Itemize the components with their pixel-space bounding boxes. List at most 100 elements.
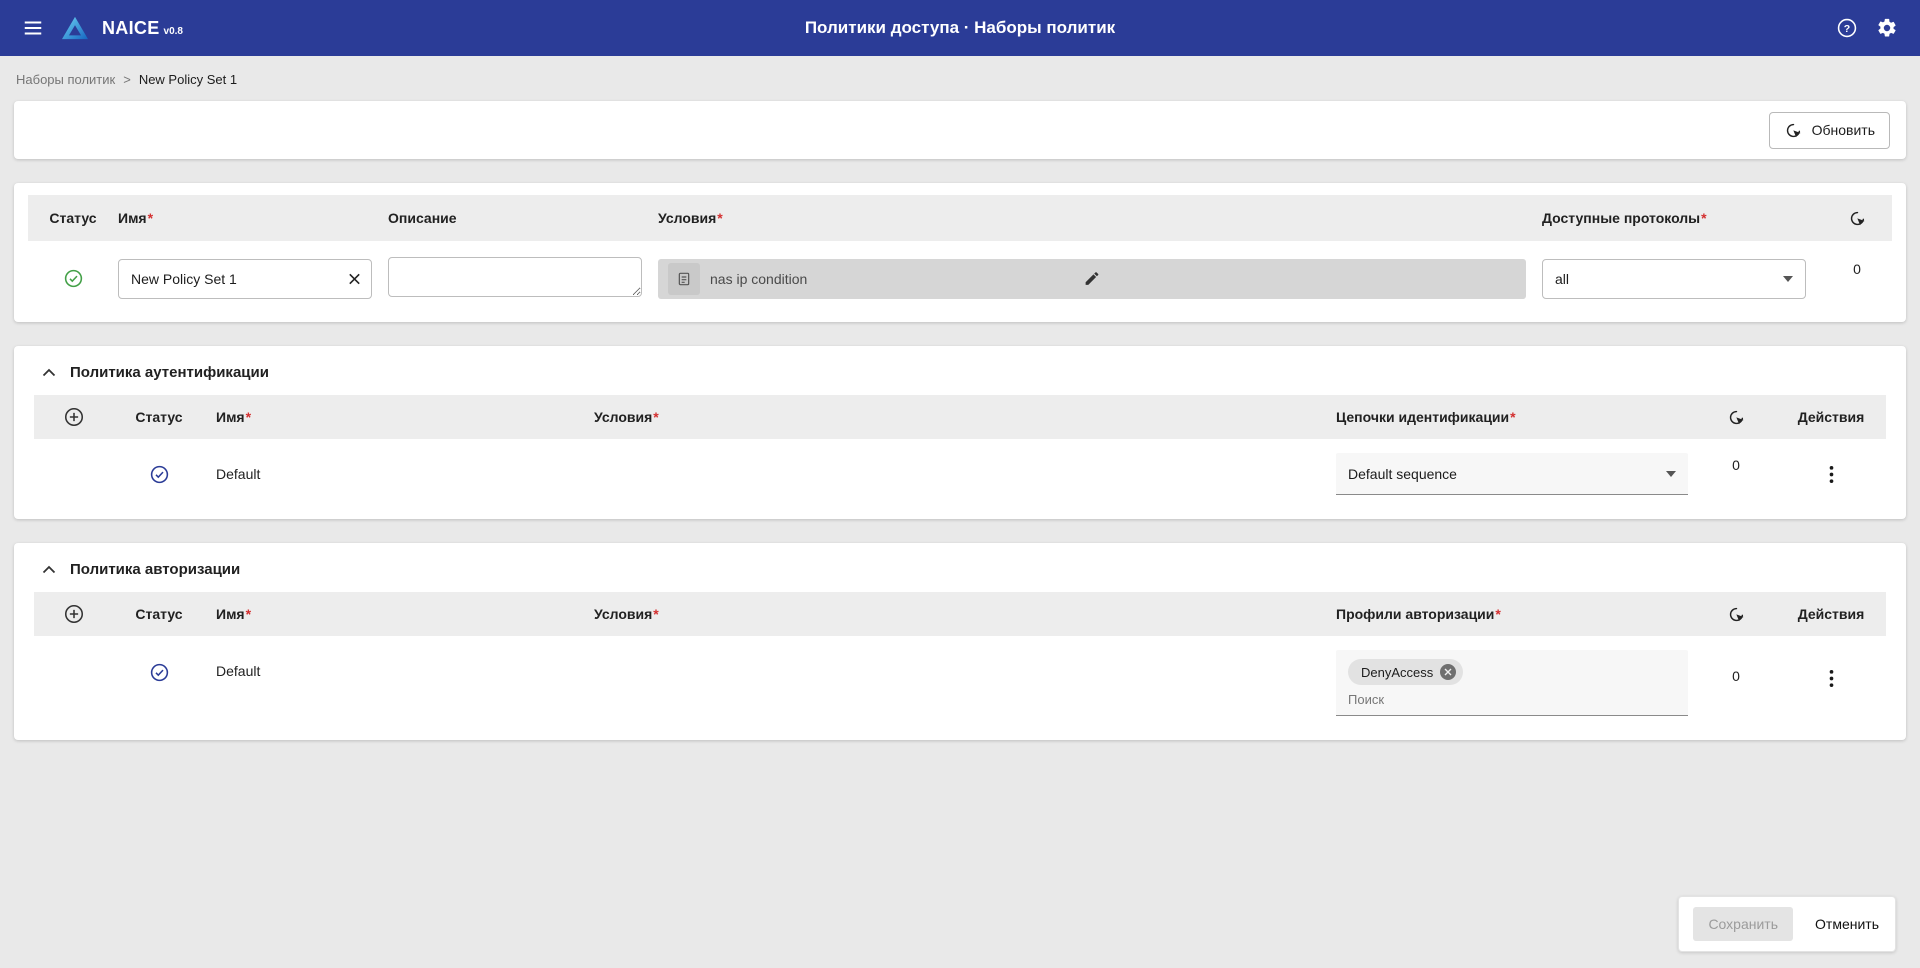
app-bar-right: ? <box>1832 13 1902 43</box>
save-button[interactable]: Сохранить <box>1693 907 1793 941</box>
app-brand: NAICE <box>102 18 160 39</box>
auth-header-hits <box>1696 408 1776 427</box>
auth-header-status-label: Статус <box>135 409 182 425</box>
header-description-label: Описание <box>388 210 457 226</box>
condition-value: nas ip condition <box>710 271 807 287</box>
add-auth-rule-plus-circle-icon[interactable] <box>61 404 87 430</box>
policy-set-description-cell <box>388 257 658 300</box>
required-marker: * <box>246 606 251 622</box>
profiles-search-input[interactable] <box>1348 690 1660 709</box>
header-hits <box>1822 209 1892 228</box>
menu-icon[interactable] <box>18 13 48 43</box>
auth-row-actions-cell <box>1776 460 1886 489</box>
authz-header-status-label: Статус <box>135 606 182 622</box>
authz-table: Статус Имя* Условия* Профили авторизации… <box>14 592 1906 740</box>
toolbar-card: Обновить <box>14 101 1906 159</box>
required-marker: * <box>653 409 658 425</box>
authz-row-name: Default <box>204 650 594 679</box>
header-name-label: Имя <box>118 210 147 226</box>
profile-chip: DenyAccess <box>1348 659 1463 685</box>
header-description: Описание <box>388 210 658 226</box>
app-logo-icon <box>60 15 90 41</box>
main-content: Обновить Статус Имя* Описание Условия* Д… <box>0 101 1920 740</box>
policy-set-table-header: Статус Имя* Описание Условия* Доступные … <box>28 195 1892 241</box>
auth-header-identity-chains-label: Цепочки идентификации <box>1336 409 1509 425</box>
header-protocols: Доступные протоколы* <box>1542 210 1822 226</box>
header-protocols-label: Доступные протоколы <box>1542 210 1700 226</box>
required-marker: * <box>1701 210 1706 226</box>
breadcrumb-current: New Policy Set 1 <box>139 72 237 87</box>
hits-counter-icon <box>1784 121 1803 140</box>
policy-set-status-cell <box>28 268 118 289</box>
header-status-label: Статус <box>49 210 96 226</box>
hits-count: 0 <box>1732 457 1740 473</box>
authz-header-status: Статус <box>114 606 204 622</box>
auth-header-actions: Действия <box>1776 409 1886 425</box>
gear-icon[interactable] <box>1872 13 1902 43</box>
authz-header-name: Имя* <box>204 606 594 622</box>
authz-header-actions: Действия <box>1776 606 1886 622</box>
app-brand-group: NAICE v0.8 <box>102 18 183 39</box>
hits-counter-icon <box>1727 605 1746 624</box>
auth-header-status: Статус <box>114 409 204 425</box>
condition-list-icon <box>668 263 700 295</box>
check-circle-green-icon <box>63 268 84 289</box>
profile-chip-label: DenyAccess <box>1361 665 1433 680</box>
app-bar-left: NAICE v0.8 <box>18 13 183 43</box>
auth-row-chain-cell: Default sequence <box>1336 453 1696 495</box>
required-marker: * <box>1495 606 1500 622</box>
condition-field[interactable]: nas ip condition <box>658 259 1526 299</box>
policy-set-name-cell <box>118 259 388 299</box>
authz-profiles-field[interactable]: DenyAccess <box>1336 650 1688 716</box>
cancel-button[interactable]: Отменить <box>1813 907 1881 941</box>
policy-name-input[interactable] <box>118 259 372 299</box>
auth-row-status-cell <box>114 464 204 485</box>
policy-set-conditions-cell: nas ip condition <box>658 259 1542 299</box>
policy-set-row: nas ip condition all 0 <box>28 241 1892 304</box>
header-conditions-label: Условия <box>658 210 716 226</box>
pencil-icon[interactable] <box>1080 266 1105 291</box>
auth-header-identity-chains: Цепочки идентификации* <box>1336 409 1696 425</box>
authz-header-profiles: Профили авторизации* <box>1336 606 1696 622</box>
hits-counter-icon <box>1727 408 1746 427</box>
kebab-menu-icon[interactable] <box>1821 460 1842 489</box>
chevron-down-icon <box>1783 276 1793 282</box>
description-textarea[interactable] <box>388 257 642 297</box>
policy-set-card: Статус Имя* Описание Условия* Доступные … <box>14 183 1906 322</box>
svg-text:?: ? <box>1844 23 1850 35</box>
help-icon[interactable]: ? <box>1832 13 1862 43</box>
authz-header-profiles-label: Профили авторизации <box>1336 606 1494 622</box>
auth-header-name-label: Имя <box>216 409 245 425</box>
policy-set-table: Статус Имя* Описание Условия* Доступные … <box>14 183 1906 322</box>
protocols-select-value: all <box>1555 271 1569 287</box>
chip-remove-icon[interactable] <box>1440 664 1456 680</box>
identity-chain-select-value: Default sequence <box>1348 466 1457 482</box>
add-authz-rule-plus-circle-icon[interactable] <box>61 601 87 627</box>
auth-header-name: Имя* <box>204 409 594 425</box>
refresh-button[interactable]: Обновить <box>1769 112 1890 149</box>
authz-header-name-label: Имя <box>216 606 245 622</box>
authz-table-header: Статус Имя* Условия* Профили авторизации… <box>34 592 1886 636</box>
required-marker: * <box>246 409 251 425</box>
breadcrumb-parent-link[interactable]: Наборы политик <box>16 72 115 87</box>
collapse-auth-chevron-up-icon[interactable] <box>40 366 58 379</box>
header-conditions: Условия* <box>658 210 1542 226</box>
policy-set-hits-cell: 0 <box>1822 257 1892 277</box>
required-marker: * <box>717 210 722 226</box>
collapse-authz-chevron-up-icon[interactable] <box>40 563 58 576</box>
authz-header-hits <box>1696 605 1776 624</box>
auth-rule-row: Default Default sequence 0 <box>34 439 1886 501</box>
kebab-menu-icon[interactable] <box>1821 664 1842 693</box>
auth-section-head: Политика аутентификации <box>14 346 1906 395</box>
protocols-select[interactable]: all <box>1542 259 1806 299</box>
authz-rule-row: Default DenyAccess 0 <box>34 636 1886 722</box>
auth-row-name: Default <box>204 466 594 482</box>
clear-x-icon[interactable] <box>343 267 366 290</box>
auth-header-actions-label: Действия <box>1798 409 1865 425</box>
auth-header-conditions-label: Условия <box>594 409 652 425</box>
required-marker: * <box>653 606 658 622</box>
authz-row-profiles-cell: DenyAccess <box>1336 650 1696 716</box>
footer-actions: Сохранить Отменить <box>1678 896 1896 952</box>
authz-row-status-cell <box>114 650 204 683</box>
identity-chain-select[interactable]: Default sequence <box>1336 453 1688 495</box>
